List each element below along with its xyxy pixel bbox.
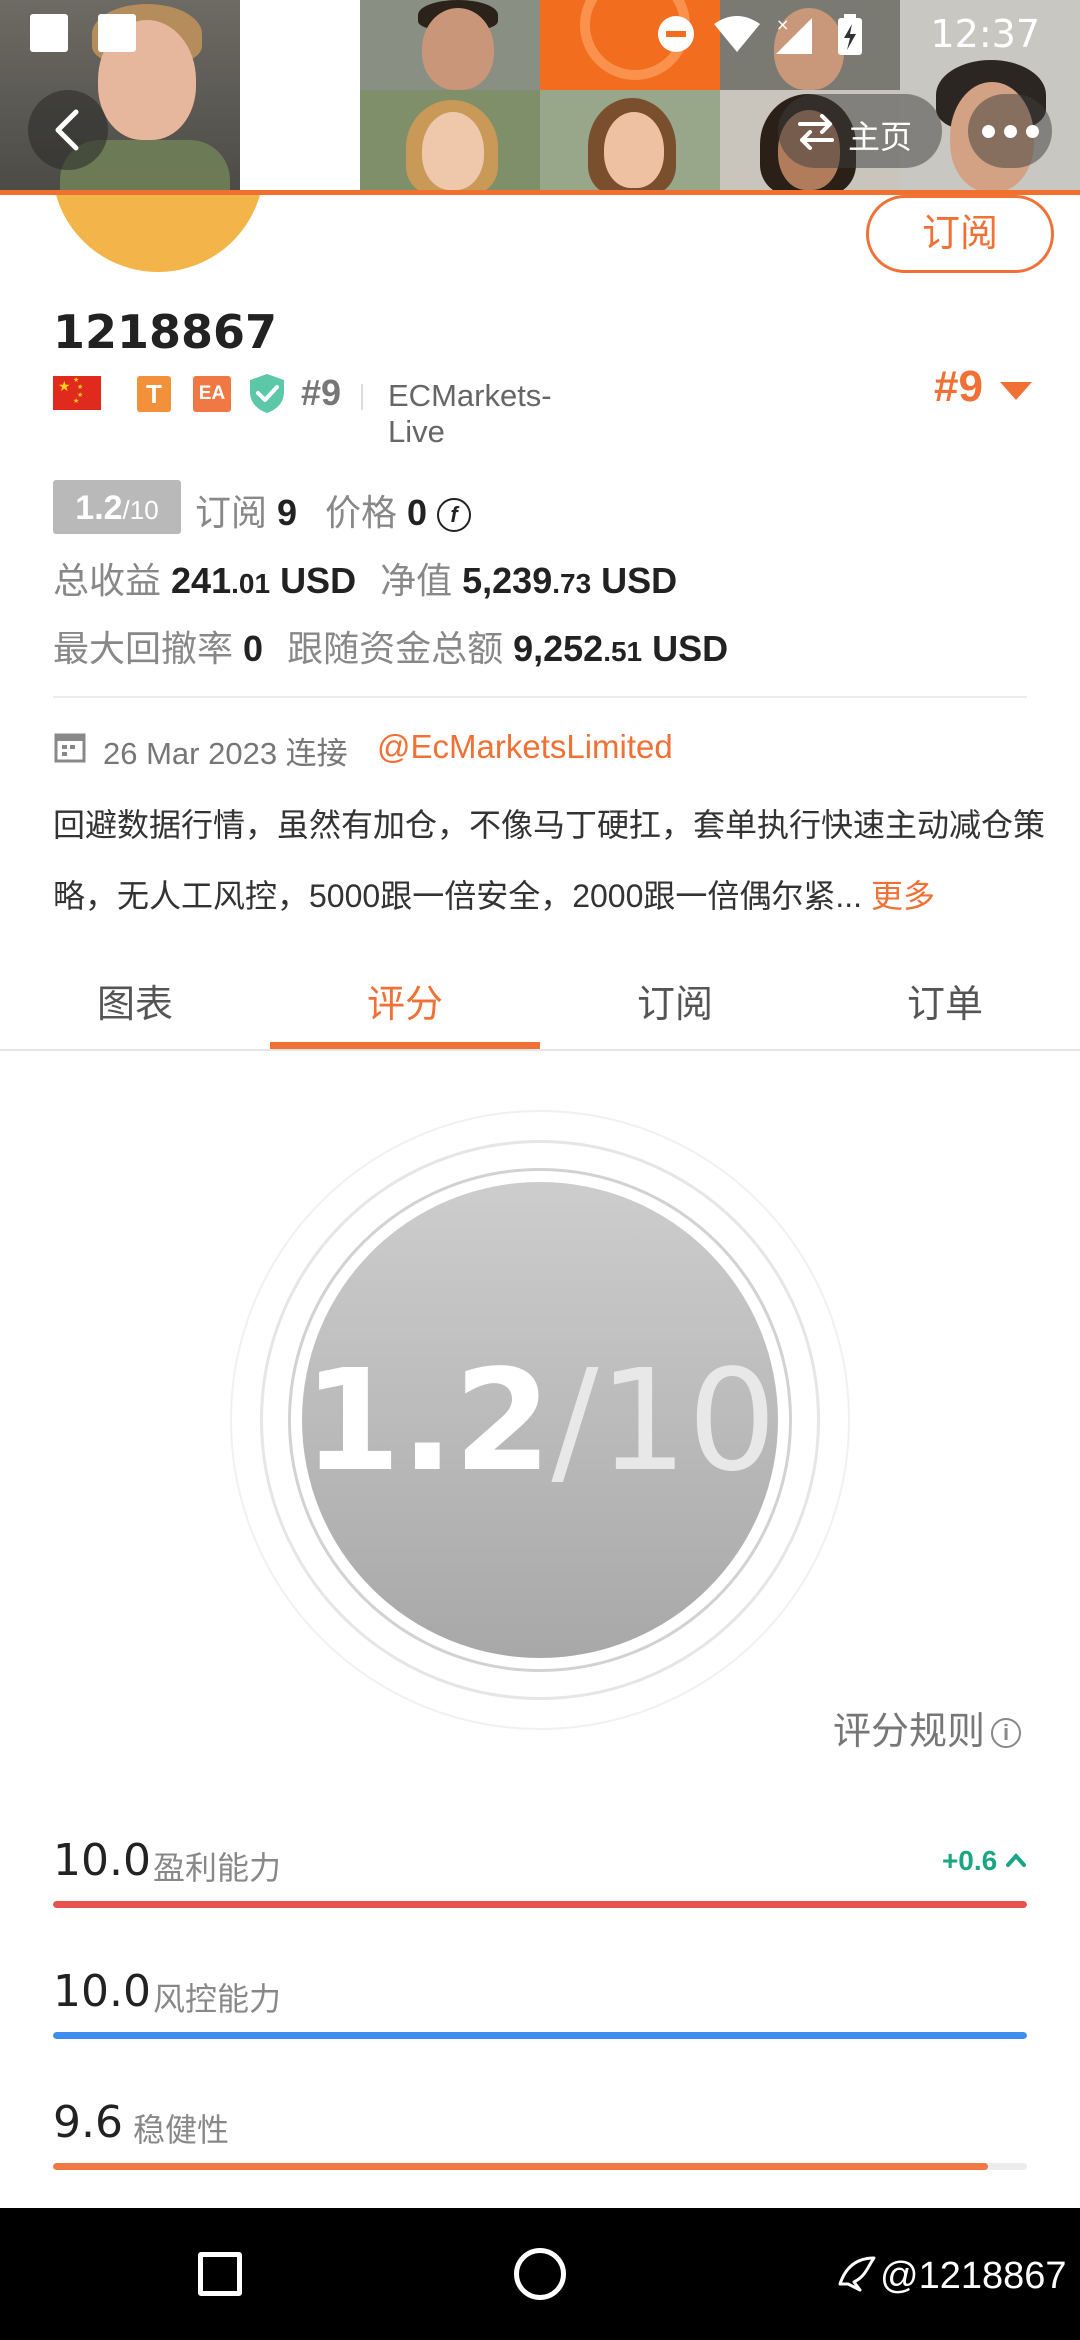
verified-shield-icon: [247, 372, 287, 419]
swap-icon: [798, 114, 834, 150]
caret-down-icon[interactable]: [1000, 382, 1032, 400]
t-badge-icon: T: [137, 376, 171, 412]
broker-handle-link[interactable]: @EcMarketsLimited: [377, 728, 673, 766]
calendar-icon: [53, 730, 87, 772]
bird-logo-icon: [838, 2256, 876, 2292]
system-nav-bar: @1218867: [0, 2208, 1080, 2340]
metric-value: 9.6: [53, 2097, 123, 2148]
total-profit-value: 241.01 USD: [171, 560, 357, 601]
rank-label: #9: [301, 372, 342, 413]
equity-label: 净值: [380, 560, 453, 601]
home-label: 主页: [848, 119, 913, 155]
drawdown-label: 最大回撤率: [53, 628, 234, 669]
divider: [361, 384, 363, 410]
wifi-icon: [712, 14, 762, 59]
tab-bar: 图表 评分 订阅 订单: [0, 955, 1080, 1051]
tab-subscriptions[interactable]: 订阅: [540, 973, 810, 1028]
metric-value: 10.0: [53, 1966, 151, 2017]
join-date: 26 Mar 2023 连接: [103, 736, 348, 771]
subs-label: 订阅: [195, 492, 268, 533]
subs-value: 9: [277, 492, 298, 533]
status-time: 12:37: [930, 12, 1040, 56]
more-options-button[interactable]: [968, 94, 1052, 168]
more-link[interactable]: 更多: [871, 878, 935, 914]
strategy-description: 回避数据行情，虽然有加仓，不像马丁硬扛，套单执行快速主动减仓策略，无人工风控，5…: [53, 807, 1046, 914]
metric-bar-fill: [53, 1901, 1027, 1908]
chevron-up-icon: [1006, 1852, 1026, 1867]
metric-value: 10.0: [53, 1835, 151, 1886]
rating-rules-link[interactable]: 评分规则 i: [833, 1700, 1022, 1755]
metric-label: 稳健性: [133, 2112, 230, 2148]
equity-value: 5,239.73 USD: [462, 560, 678, 601]
coin-icon: f: [437, 498, 472, 533]
metric-label: 盈利能力: [153, 1850, 282, 1886]
ea-badge-icon: EA: [193, 376, 231, 412]
big-score: 1.2/10: [303, 1340, 777, 1503]
home-nav-button[interactable]: [514, 2248, 566, 2300]
recents-button[interactable]: [198, 2252, 242, 2296]
tab-chart[interactable]: 图表: [0, 973, 270, 1028]
battery-icon: [836, 14, 864, 61]
back-button[interactable]: [28, 90, 108, 170]
watermark: @1218867: [836, 2254, 1067, 2298]
score-chip: 1.2/10: [53, 480, 181, 534]
tab-orders[interactable]: 订单: [810, 973, 1080, 1028]
server-name: ECMarkets-Live: [388, 378, 552, 449]
follow-funds-label: 跟随资金总额: [287, 628, 504, 669]
drawdown-value: 0: [243, 628, 264, 669]
price-value: 0: [407, 492, 428, 533]
section-divider: [53, 696, 1027, 698]
subscribe-button[interactable]: 订阅: [866, 195, 1054, 273]
metric-bar: [53, 2032, 1027, 2039]
metric-bar: [53, 2163, 1027, 2170]
status-bar: × 12:37: [0, 0, 1080, 70]
china-flag-icon: ★ ★ ★ ★ ★: [53, 376, 101, 410]
total-profit-label: 总收益: [53, 560, 162, 601]
metric-bar: [53, 1901, 1027, 1908]
notification-icon: [98, 14, 136, 52]
photo-tile: [540, 90, 720, 195]
metric-bar-fill: [53, 2032, 1027, 2039]
follow-funds-value: 9,252.51 USD: [513, 628, 729, 669]
metric-label: 风控能力: [153, 1981, 282, 2017]
rank-dropdown[interactable]: #9: [934, 362, 983, 412]
header-banner: × 12:37 主页: [0, 0, 1080, 195]
username: 1218867: [53, 305, 278, 359]
metric-delta: +0.6: [942, 1845, 1027, 1877]
price-label: 价格: [325, 492, 398, 533]
signal-icon: ×: [772, 14, 816, 63]
home-button[interactable]: 主页: [778, 94, 942, 168]
active-tab-indicator: [270, 1042, 540, 1049]
metric-bar-fill: [53, 2163, 989, 2170]
info-icon: i: [991, 1718, 1022, 1748]
chevron-left-icon: [55, 109, 79, 151]
tab-rating[interactable]: 评分: [270, 973, 540, 1028]
notification-icon: [30, 14, 68, 52]
photo-tile: [360, 90, 540, 195]
svg-text:×: ×: [776, 15, 789, 34]
do-not-disturb-icon: [656, 14, 696, 59]
